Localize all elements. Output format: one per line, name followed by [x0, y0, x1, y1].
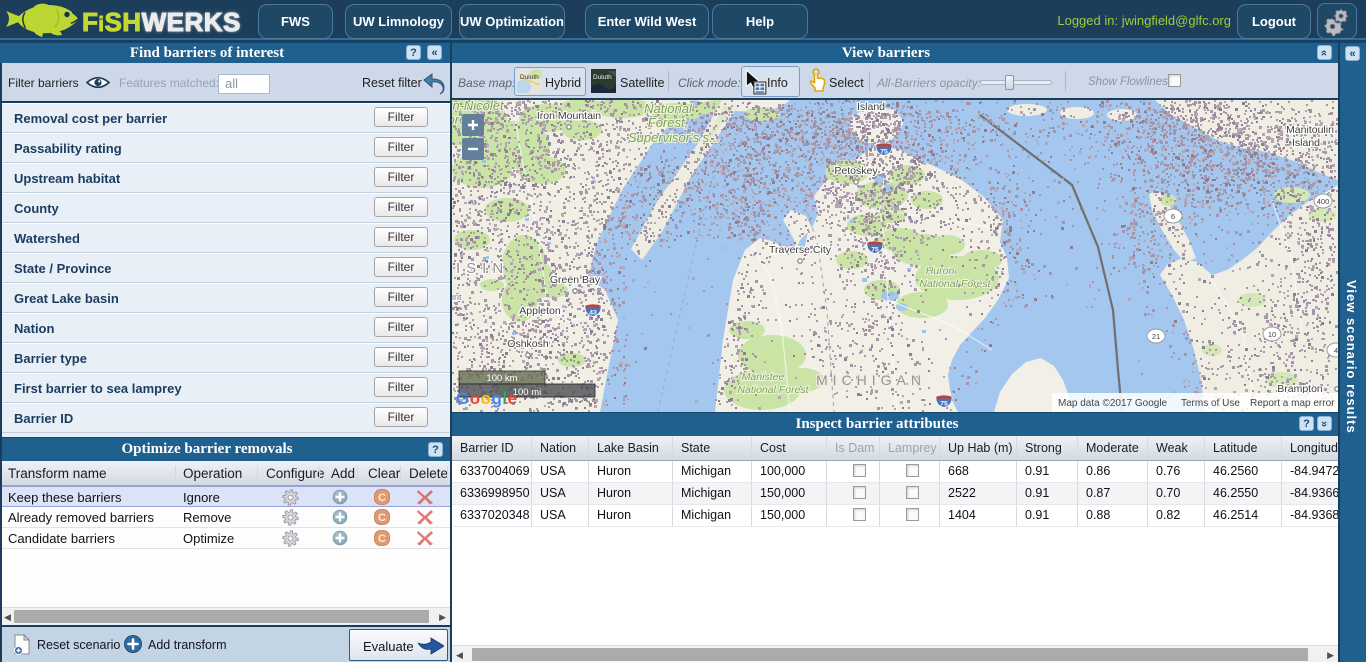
svg-text:75: 75: [940, 400, 948, 407]
svg-text:100 km: 100 km: [486, 373, 517, 384]
svg-text:int: int: [452, 292, 462, 302]
svg-text:Island: Island: [1292, 137, 1320, 149]
svg-text:National Forest: National Forest: [919, 278, 991, 290]
svg-text:75: 75: [880, 148, 888, 155]
svg-text:Supervisor's s...: Supervisor's s...: [628, 130, 720, 145]
svg-text:C: C: [378, 492, 386, 504]
svg-text:Manitoulin: Manitoulin: [1286, 124, 1334, 136]
svg-text:ISIN: ISIN: [456, 260, 509, 277]
svg-text:6: 6: [1171, 212, 1175, 221]
svg-text:75: 75: [871, 246, 879, 253]
svg-text:National: National: [644, 101, 693, 116]
svg-text:Duluth: Duluth: [520, 74, 539, 81]
svg-text:C: C: [378, 533, 386, 545]
svg-text:C: C: [378, 512, 386, 524]
svg-text:Manistee: Manistee: [742, 371, 785, 383]
svg-text:21: 21: [1152, 332, 1160, 341]
svg-text:Oshkosh: Oshkosh: [507, 338, 549, 350]
svg-text:Terms of Use: Terms of Use: [1181, 398, 1240, 409]
svg-text:Petoskey: Petoskey: [834, 165, 878, 177]
svg-text:43: 43: [589, 309, 597, 316]
svg-text:Island: Island: [857, 101, 885, 113]
svg-text:Map data ©2017 Google: Map data ©2017 Google: [1058, 398, 1168, 409]
svg-text:Huron: Huron: [926, 265, 955, 277]
svg-text:Duluth: Duluth: [593, 74, 612, 81]
svg-text:Appleton: Appleton: [519, 305, 561, 317]
svg-text:4: 4: [1334, 346, 1338, 355]
svg-text:Iron Mountain: Iron Mountain: [537, 110, 601, 122]
svg-text:Forest,: Forest,: [648, 115, 688, 130]
svg-text:10: 10: [1268, 330, 1276, 339]
svg-text:400: 400: [1317, 197, 1330, 206]
svg-text:MICHIGAN: MICHIGAN: [816, 372, 926, 388]
svg-text:Green Bay: Green Bay: [550, 274, 601, 286]
svg-text:Traverse City: Traverse City: [769, 244, 832, 256]
svg-text:Google: Google: [456, 389, 518, 408]
svg-text:Report a map error: Report a map error: [1250, 398, 1335, 409]
svg-text:National Forest: National Forest: [737, 384, 809, 396]
